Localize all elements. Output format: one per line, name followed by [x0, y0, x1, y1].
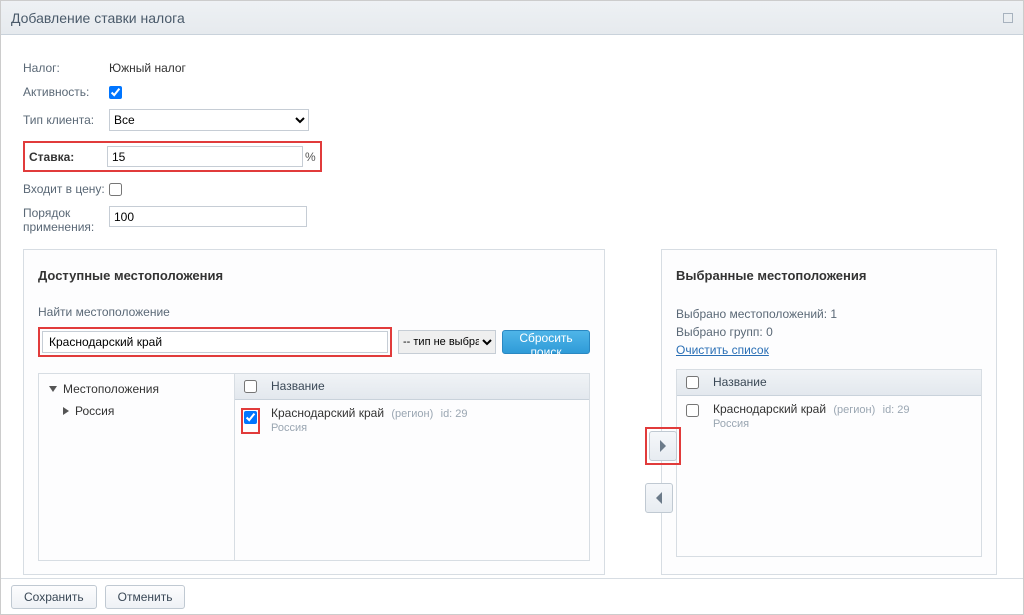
available-row-checkbox[interactable] — [244, 411, 257, 424]
in-price-checkbox[interactable] — [109, 183, 122, 196]
available-row-sub: Россия — [271, 422, 589, 434]
tax-value: Южный налог — [109, 61, 186, 75]
search-input[interactable] — [42, 331, 388, 353]
row-active: Активность: — [23, 85, 1001, 99]
reset-search-button[interactable]: Сбросить поиск — [502, 330, 590, 354]
available-list: Название Краснодарский край (регион) — [234, 373, 590, 561]
cancel-button[interactable]: Отменить — [105, 585, 186, 609]
rate-suffix: % — [305, 150, 316, 164]
available-row-body: Краснодарский край (регион) id: 29 Росси… — [265, 406, 589, 434]
chevron-right-icon — [63, 407, 69, 415]
selected-title: Выбранные местоположения — [676, 268, 982, 283]
search-row: -- тип не выбран Сбросить поиск — [38, 327, 590, 357]
row-rate: Ставка: % — [23, 141, 1001, 172]
search-highlight — [38, 327, 392, 357]
in-price-label: Входит в цену: — [23, 182, 109, 196]
tree-child-label: Россия — [75, 404, 114, 418]
title-bar: Добавление ставки налога — [1, 1, 1023, 35]
selected-col-name: Название — [707, 375, 767, 389]
search-label: Найти местоположение — [38, 305, 590, 319]
chevron-left-icon — [654, 491, 664, 505]
available-title: Доступные местоположения — [38, 268, 590, 283]
chevron-down-icon — [49, 386, 57, 392]
split-area: Местоположения Россия Название — [38, 373, 590, 561]
row-order: Порядок применения: — [23, 206, 1001, 235]
selected-list: Название Краснодарский край (регион) id:… — [676, 369, 982, 557]
active-checkbox[interactable] — [109, 86, 122, 99]
selected-count: Выбрано местоположений: 1 — [676, 305, 982, 323]
selected-row-sub: Россия — [713, 418, 981, 430]
rate-label: Ставка: — [29, 150, 107, 164]
available-panel: Доступные местоположения Найти местополо… — [23, 249, 605, 575]
selected-groups: Выбрано групп: 0 — [676, 323, 982, 341]
available-row-title: Краснодарский край — [271, 406, 384, 420]
client-type-label: Тип клиента: — [23, 113, 109, 127]
content-area: Налог: Южный налог Активность: Тип клиен… — [1, 35, 1023, 585]
row-check-highlight — [241, 408, 260, 434]
move-right-button[interactable] — [649, 431, 677, 461]
row-tax: Налог: Южный налог — [23, 61, 1001, 75]
available-row-id: id: 29 — [441, 408, 468, 420]
rate-input[interactable] — [107, 146, 303, 167]
save-button[interactable]: Сохранить — [11, 585, 97, 609]
panels-container: Доступные местоположения Найти местополо… — [23, 249, 1001, 575]
available-row[interactable]: Краснодарский край (регион) id: 29 Росси… — [235, 400, 589, 440]
available-select-all-checkbox[interactable] — [244, 380, 257, 393]
tree-root-label: Местоположения — [63, 382, 159, 396]
order-input[interactable] — [109, 206, 307, 227]
selected-row-id: id: 29 — [883, 404, 910, 416]
client-type-select[interactable]: Все — [109, 109, 309, 131]
selected-list-header: Название — [677, 370, 981, 396]
tree-child-node[interactable]: Россия — [49, 404, 224, 418]
order-label: Порядок применения: — [23, 206, 109, 235]
selected-info: Выбрано местоположений: 1 Выбрано групп:… — [676, 305, 982, 359]
window-title: Добавление ставки налога — [11, 10, 185, 26]
row-in-price: Входит в цену: — [23, 182, 1001, 196]
selected-row-body: Краснодарский край (регион) id: 29 Росси… — [707, 402, 981, 430]
selected-panel: Выбранные местоположения Выбрано местопо… — [661, 249, 997, 575]
arrow-right-highlight — [645, 427, 681, 465]
available-row-kind: (регион) — [391, 408, 433, 420]
active-label: Активность: — [23, 85, 109, 99]
clear-list-link[interactable]: Очистить список — [676, 343, 769, 357]
footer-bar: Сохранить Отменить — [1, 578, 1023, 614]
transfer-arrows — [645, 427, 681, 513]
available-list-header: Название — [235, 374, 589, 400]
selected-row[interactable]: Краснодарский край (регион) id: 29 Росси… — [677, 396, 981, 436]
selected-row-checkbox[interactable] — [686, 404, 699, 417]
selected-row-title: Краснодарский край — [713, 402, 826, 416]
row-client-type: Тип клиента: Все — [23, 109, 1001, 131]
tree-root-node[interactable]: Местоположения — [49, 382, 224, 396]
tax-label: Налог: — [23, 61, 109, 75]
type-select[interactable]: -- тип не выбран — [398, 330, 496, 354]
maximize-icon[interactable] — [1003, 13, 1013, 23]
selected-select-all-checkbox[interactable] — [686, 376, 699, 389]
dialog-window: Добавление ставки налога Налог: Южный на… — [0, 0, 1024, 615]
rate-highlight: Ставка: % — [23, 141, 322, 172]
move-left-button[interactable] — [645, 483, 673, 513]
chevron-right-icon — [658, 439, 668, 453]
available-col-name: Название — [265, 379, 325, 393]
selected-row-kind: (регион) — [833, 404, 875, 416]
location-tree[interactable]: Местоположения Россия — [38, 373, 234, 561]
